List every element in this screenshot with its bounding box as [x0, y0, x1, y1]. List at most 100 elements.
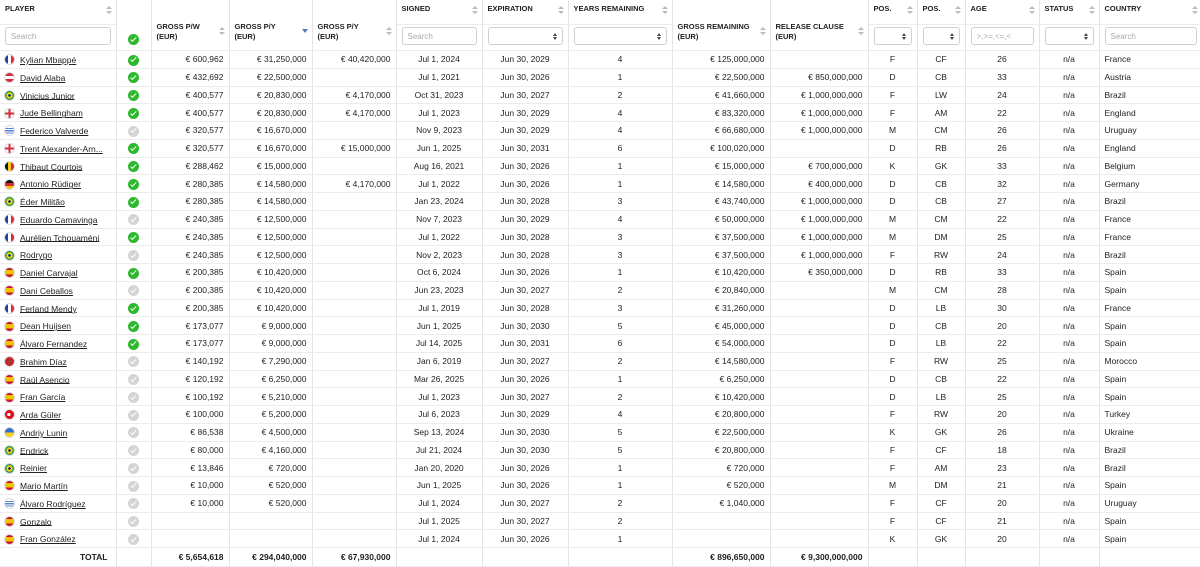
sort-icon[interactable]: [954, 6, 961, 16]
player-name-link[interactable]: Brahim Díaz: [20, 357, 67, 367]
player-name-link[interactable]: Dean Huijsen: [20, 321, 71, 331]
table-row[interactable]: Fran González Jul 1, 2024 Jun 30, 2026 1 K GK…: [0, 529, 1200, 548]
sort-icon[interactable]: [557, 6, 564, 16]
col-header-pos-2[interactable]: POS.: [917, 0, 966, 25]
table-row[interactable]: Arda Güler € 100,000 € 5,200,000 Jul 6, 202…: [0, 405, 1200, 424]
table-row[interactable]: Antonio Rüdiger € 280,385 € 14,580,000 € 4,…: [0, 174, 1200, 193]
player-name-link[interactable]: Rodrygo: [20, 250, 52, 260]
col-header-signed[interactable]: SIGNED: [396, 0, 483, 25]
player-name-link[interactable]: Reinier: [20, 463, 47, 473]
country-search-input[interactable]: [1104, 27, 1197, 45]
table-row[interactable]: Federico Valverde € 320,577 € 16,670,000 No…: [0, 121, 1200, 140]
sort-icon[interactable]: [661, 6, 668, 16]
table-row[interactable]: Endrick € 80,000 € 4,160,000 Jul 21, 2024 Ju…: [0, 441, 1200, 460]
col-header-gross-pw[interactable]: GROSS P/W (EUR): [151, 0, 230, 51]
table-row[interactable]: Daniel Carvajal € 200,385 € 10,420,000 Oct …: [0, 263, 1200, 282]
table-row[interactable]: Ferland Mendy € 200,385 € 10,420,000 Jul 1,…: [0, 299, 1200, 318]
table-row[interactable]: Raúl Asencio € 120,192 € 6,250,000 Mar 26, …: [0, 370, 1200, 389]
player-name-link[interactable]: Aurélien Tchouaméni: [20, 232, 99, 242]
player-name-link[interactable]: Kylian Mbappé: [20, 55, 76, 65]
years-remaining-cell: 3: [568, 245, 673, 264]
player-name-link[interactable]: Daniel Carvajal: [20, 268, 78, 278]
table-row[interactable]: Dean Huijsen € 173,077 € 9,000,000 Jun 1, 2…: [0, 316, 1200, 335]
table-row[interactable]: Eduardo Camavinga € 240,385 € 12,500,000 No…: [0, 210, 1200, 229]
col-header-pos-1[interactable]: POS.: [868, 0, 918, 25]
table-row[interactable]: Dani Ceballos € 200,385 € 10,420,000 Jun 23…: [0, 281, 1200, 300]
signed-cell: Nov 9, 2023: [396, 121, 483, 140]
col-header-gross-py-2[interactable]: GROSS P/Y (EUR): [312, 0, 397, 51]
col-header-years-remaining[interactable]: YEARS REMAINING: [568, 0, 673, 25]
sort-icon[interactable]: [105, 6, 112, 16]
table-row[interactable]: David Alaba € 432,692 € 22,500,000 Jul 1, 2…: [0, 68, 1200, 87]
player-name-link[interactable]: David Alaba: [20, 73, 65, 83]
player-name-link[interactable]: Thibaut Courtois: [20, 161, 82, 171]
table-row[interactable]: Álvaro Fernandez € 173,077 € 9,000,000 Jul …: [0, 334, 1200, 353]
player-name-link[interactable]: Arda Güler: [20, 410, 61, 420]
expiration-cell: Jun 30, 2027: [482, 512, 569, 531]
player-name-link[interactable]: Mario Martín: [20, 481, 68, 491]
gross-py-2-cell: [312, 458, 397, 477]
sort-icon[interactable]: [857, 27, 864, 37]
player-name-link[interactable]: Federico Valverde: [20, 126, 88, 136]
player-name-link[interactable]: Eduardo Camavinga: [20, 215, 98, 225]
player-name-link[interactable]: Andriy Lunin: [20, 428, 67, 438]
signed-search-input[interactable]: [401, 27, 477, 45]
col-header-gross-remaining[interactable]: GROSS REMAINING (EUR): [672, 0, 771, 51]
player-name-link[interactable]: Raúl Asencio: [20, 374, 70, 384]
sort-desc-icon[interactable]: [301, 29, 308, 33]
gross-pw-cell: € 600,962: [151, 50, 230, 69]
col-header-expiration[interactable]: EXPIRATION: [482, 0, 569, 25]
table-row[interactable]: Gonzalo Jul 1, 2025 Jun 30, 2027 2 F CF 21 n/a S…: [0, 512, 1200, 531]
pos2-filter-select[interactable]: [922, 27, 960, 45]
pos-1-cell: F: [868, 86, 918, 105]
table-row[interactable]: Jude Bellingham € 400,577 € 20,830,000 € 4,…: [0, 103, 1200, 122]
player-name-link[interactable]: Álvaro Rodríguez: [20, 499, 86, 509]
player-name-link[interactable]: Álvaro Fernandez: [20, 339, 87, 349]
table-row[interactable]: Thibaut Courtois € 288,462 € 15,000,000 Aug…: [0, 157, 1200, 176]
sort-icon[interactable]: [1088, 6, 1095, 16]
age-filter-input[interactable]: [970, 27, 1034, 45]
table-row[interactable]: Fran García € 100,192 € 5,210,000 Jul 1, 20…: [0, 387, 1200, 406]
col-header-age[interactable]: AGE: [965, 0, 1040, 25]
expiration-filter-select[interactable]: [487, 27, 563, 45]
gross-py-cell: € 12,500,000: [229, 228, 313, 247]
col-header-player[interactable]: PLAYER: [0, 0, 117, 25]
table-row[interactable]: Vinicius Junior € 400,577 € 20,830,000 € 4,…: [0, 86, 1200, 105]
player-name-link[interactable]: Dani Ceballos: [20, 286, 73, 296]
col-header-status[interactable]: STATUS: [1039, 0, 1100, 25]
sort-icon[interactable]: [471, 6, 478, 16]
status-filter-select[interactable]: [1044, 27, 1094, 45]
player-name-link[interactable]: Antonio Rüdiger: [20, 179, 81, 189]
sort-icon[interactable]: [759, 27, 766, 37]
col-header-country[interactable]: COUNTRY: [1099, 0, 1200, 25]
sort-icon[interactable]: [1028, 6, 1035, 16]
sort-icon[interactable]: [218, 27, 225, 37]
table-row[interactable]: Rodrygo € 240,385 € 12,500,000 Nov 2, 2023 J…: [0, 245, 1200, 264]
table-row[interactable]: Kylian Mbappé € 600,962 € 31,250,000 € 40,4…: [0, 50, 1200, 69]
table-row[interactable]: Álvaro Rodríguez € 10,000 € 520,000 Jul 1, …: [0, 494, 1200, 513]
table-row[interactable]: Brahim Díaz € 140,192 € 7,290,000 Jan 6, 20…: [0, 352, 1200, 371]
player-name-link[interactable]: Fran González: [20, 534, 76, 544]
table-row[interactable]: Trent Alexander-Arn... € 320,577 € 16,670,…: [0, 139, 1200, 158]
sort-icon[interactable]: [906, 6, 913, 16]
player-name-link[interactable]: Trent Alexander-Arn...: [20, 144, 103, 154]
player-name-link[interactable]: Fran García: [20, 392, 65, 402]
player-search-input[interactable]: [5, 27, 111, 45]
player-name-link[interactable]: Éder Militão: [20, 197, 65, 207]
player-name-link[interactable]: Gonzalo: [20, 516, 52, 526]
player-name-link[interactable]: Vinicius Junior: [20, 90, 75, 100]
player-name-link[interactable]: Ferland Mendy: [20, 303, 77, 313]
years-filter-select[interactable]: [573, 27, 667, 45]
player-name-link[interactable]: Endrick: [20, 445, 48, 455]
table-row[interactable]: Reinier € 13,846 € 720,000 Jan 20, 2020 Jun …: [0, 458, 1200, 477]
sort-icon[interactable]: [385, 27, 392, 37]
pos1-filter-select[interactable]: [873, 27, 912, 45]
player-name-link[interactable]: Jude Bellingham: [20, 108, 83, 118]
col-header-release-clause[interactable]: RELEASE CLAUSE (EUR): [770, 0, 869, 51]
col-header-gross-py[interactable]: GROSS P/Y (EUR): [229, 0, 313, 51]
sort-icon[interactable]: [1191, 6, 1198, 16]
table-row[interactable]: Andriy Lunin € 86,538 € 4,500,000 Sep 13, 2…: [0, 423, 1200, 442]
table-row[interactable]: Éder Militão € 280,385 € 14,580,000 Jan 23,…: [0, 192, 1200, 211]
table-row[interactable]: Aurélien Tchouaméni € 240,385 € 12,500,000…: [0, 228, 1200, 247]
table-row[interactable]: Mario Martín € 10,000 € 520,000 Jun 1, 2025…: [0, 476, 1200, 495]
